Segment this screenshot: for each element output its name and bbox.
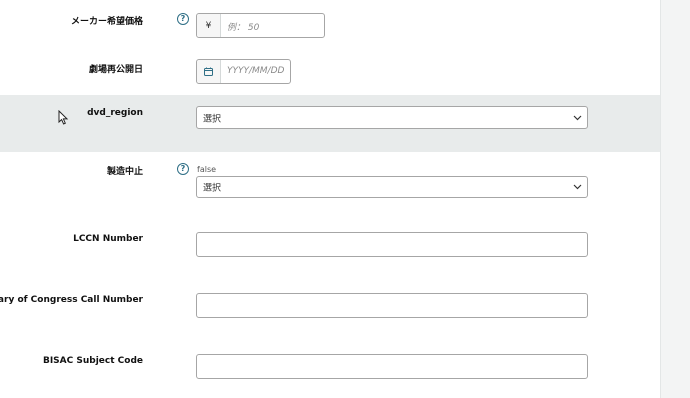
lccn-number-label: LCCN Number [73, 234, 143, 244]
calendar-addon[interactable] [197, 60, 221, 83]
discontinued-selected: 選択 [203, 183, 222, 194]
discontinued-current-value: false [197, 165, 217, 174]
calendar-icon [204, 67, 213, 76]
list-price-label: メーカー希望価格 [70, 17, 143, 27]
dvd-region-select[interactable]: 選択 [196, 106, 588, 129]
mouse-cursor-icon [58, 110, 69, 125]
currency-addon: ¥ [197, 14, 221, 37]
chevron-down-icon [573, 115, 582, 120]
list-price-placeholder: 例： 50 [227, 23, 260, 33]
loc-call-number-label: Library of Congress Call Number [0, 295, 143, 305]
form-panel: メーカー希望価格 ? ¥ 例： 50 劇場再公開日 YYYY/MM/DD dvd… [0, 0, 660, 398]
list-price-input[interactable]: ¥ 例： 50 [196, 13, 325, 38]
lccn-number-input[interactable] [196, 232, 588, 257]
release-date-input[interactable]: YYYY/MM/DD [196, 59, 291, 84]
dvd-region-selected: 選択 [203, 114, 222, 124]
chevron-down-icon [573, 184, 582, 190]
loc-call-number-input[interactable] [196, 293, 588, 318]
release-date-placeholder: YYYY/MM/DD [227, 66, 285, 76]
help-icon[interactable]: ? [177, 13, 189, 25]
bisac-subject-code-label: BISAC Subject Code [42, 356, 143, 366]
dvd-region-label: dvd_region [87, 108, 143, 118]
bisac-subject-code-input[interactable] [196, 354, 588, 379]
help-icon[interactable]: ? [177, 163, 189, 175]
discontinued-label: 製造中止 [106, 167, 143, 177]
right-side-panel [660, 0, 690, 398]
release-date-label: 劇場再公開日 [88, 65, 143, 75]
discontinued-select[interactable]: 選択 [196, 176, 588, 198]
